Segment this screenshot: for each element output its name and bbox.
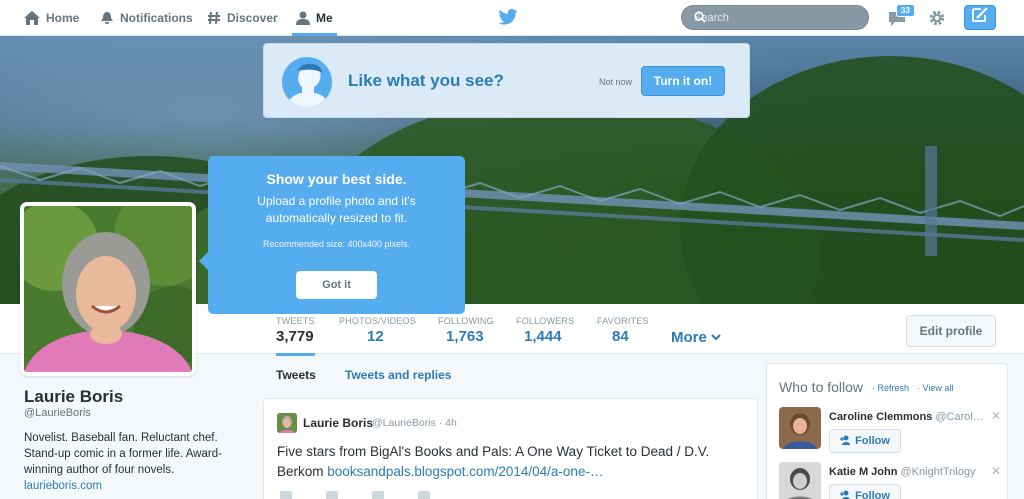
edit-profile-button[interactable]: Edit profile <box>906 315 996 347</box>
suggested-user-handle: @Carol… <box>935 411 984 423</box>
profile-website-link[interactable]: laurieboris.com <box>24 480 102 492</box>
tweet-author-name[interactable]: Laurie Boris <box>303 416 373 430</box>
stat-photos-value: 12 <box>367 328 384 345</box>
tab-tweets-and-replies[interactable]: Tweets and replies <box>345 368 451 382</box>
more-label: More <box>671 329 707 346</box>
suggested-user-avatar[interactable] <box>779 462 821 499</box>
stat-following-value: 1,763 <box>446 328 484 345</box>
who-to-follow-title: Who to follow <box>779 379 864 395</box>
stat-tweets-label: TWEETS <box>276 316 315 326</box>
follow-person-icon <box>840 490 851 499</box>
hashtag-icon <box>207 11 221 25</box>
suggested-user-name-text: Caroline Clemmons <box>829 411 933 423</box>
chevron-down-icon <box>711 334 721 341</box>
more-dropdown[interactable]: More <box>671 329 721 346</box>
follow-label: Follow <box>855 490 890 499</box>
suggested-user-name-text: Katie M John <box>829 466 898 478</box>
stat-tweets[interactable]: TWEETS 3,779 <box>276 316 315 356</box>
compose-icon <box>971 7 989 28</box>
retweet-icon[interactable] <box>326 491 338 499</box>
stat-photos-videos[interactable]: PHOTOS/VIDEOS 12 <box>339 316 416 345</box>
favorite-icon[interactable] <box>372 491 384 499</box>
messages-badge: 33 <box>896 4 915 17</box>
nav-notifications[interactable]: Notifications <box>100 0 193 36</box>
nav-notifications-label: Notifications <box>120 11 193 25</box>
stat-followers-value: 1,444 <box>524 328 562 345</box>
search-icon[interactable] <box>694 11 859 26</box>
profile-avatar-icon <box>282 57 332 107</box>
dismiss-icon[interactable]: ✕ <box>991 409 1001 423</box>
follow-button[interactable]: Follow <box>829 484 901 499</box>
stat-favorites-label: FAVORITES <box>597 316 649 326</box>
tweet-actions <box>280 491 430 499</box>
profile-photo-tooltip: Show your best side. Upload a profile ph… <box>199 156 465 314</box>
promo-title: Like what you see? <box>348 71 504 90</box>
stat-followers-label: FOLLOWERS <box>516 316 575 326</box>
stat-favorites[interactable]: FAVORITES 84 <box>597 316 649 345</box>
tab-tweets[interactable]: Tweets <box>276 368 316 382</box>
tweet-card[interactable]: Laurie Boris @LaurieBoris · 4h Five star… <box>263 398 758 499</box>
turn-it-on-button[interactable]: Turn it on! <box>641 66 725 96</box>
tweet-link[interactable]: booksandpals.blogspot.com/2014/04/a-one-… <box>327 464 603 479</box>
suggested-user-avatar[interactable] <box>779 407 821 449</box>
refresh-link[interactable]: · Refresh <box>872 383 909 393</box>
who-to-follow-module: Who to follow · Refresh · View all Carol… <box>766 363 1008 499</box>
tooltip-body: Upload a profile photo and it's automati… <box>257 194 416 225</box>
compose-tweet-button[interactable] <box>964 5 996 30</box>
got-it-button[interactable]: Got it <box>296 271 377 299</box>
profile-name: Laurie Boris <box>24 387 124 406</box>
nav-discover-label: Discover <box>227 11 278 25</box>
timeline-tabs: Tweets Tweets and replies <box>263 362 758 390</box>
profile-photo[interactable] <box>20 202 196 376</box>
stat-tweets-value: 3,779 <box>276 328 314 345</box>
view-all-link[interactable]: · View all <box>917 383 953 393</box>
stat-photos-label: PHOTOS/VIDEOS <box>339 316 416 326</box>
nav-home[interactable]: Home <box>24 0 79 36</box>
profile-bio: Novelist. Baseball fan. Reluctant chef. … <box>24 432 222 476</box>
stat-followers[interactable]: FOLLOWERS 1,444 <box>516 316 574 345</box>
follow-person-icon <box>840 435 851 448</box>
suggested-user: Caroline Clemmons @Carol… ✕ Follow <box>779 407 1001 457</box>
suggested-user-name[interactable]: Katie M John @KnightTrilogy <box>829 466 975 478</box>
reply-icon[interactable] <box>280 491 292 499</box>
tweet-timestamp[interactable]: 4h <box>445 417 457 429</box>
dismiss-icon[interactable]: ✕ <box>991 464 1001 478</box>
person-icon <box>296 11 310 25</box>
tweet-handle-text: @LaurieBoris <box>372 417 436 429</box>
nav-me[interactable]: Me <box>292 0 337 36</box>
profile-handle: @LaurieBoris <box>24 407 91 419</box>
nav-discover[interactable]: Discover <box>207 0 278 36</box>
refresh-label: Refresh <box>877 383 910 393</box>
follow-button[interactable]: Follow <box>829 429 901 453</box>
tweet-author-handle: @LaurieBoris · 4h <box>372 417 457 429</box>
follow-label: Follow <box>855 435 890 447</box>
tooltip-title: Show your best side. <box>266 171 407 187</box>
bell-icon <box>100 11 114 25</box>
twitter-bird-logo[interactable] <box>498 9 518 30</box>
suggested-user-handle: @KnightTrilogy <box>900 466 976 478</box>
suggested-user-name[interactable]: Caroline Clemmons @Carol… <box>829 411 984 423</box>
view-all-label: View all <box>922 383 954 393</box>
stat-favorites-value: 84 <box>612 328 629 345</box>
more-actions-icon[interactable] <box>418 491 430 499</box>
nav-me-label: Me <box>316 11 333 25</box>
tweet-avatar[interactable] <box>277 413 297 433</box>
like-what-you-see-banner: Like what you see? Not now Turn it on! <box>263 43 750 118</box>
tweet-text: Five stars from BigAl's Books and Pals: … <box>277 442 747 482</box>
gear-icon[interactable] <box>928 9 946 32</box>
home-icon <box>24 11 40 25</box>
tooltip-size-note: Recommended size: 400x400 pixels. <box>262 239 411 249</box>
search-input[interactable]: Search <box>681 5 869 30</box>
nav-home-label: Home <box>46 11 80 25</box>
stat-following-label: FOLLOWING <box>438 316 494 326</box>
suggested-user: Katie M John @KnightTrilogy ✕ Follow <box>779 462 1001 499</box>
not-now-link[interactable]: Not now <box>599 77 632 87</box>
stat-following[interactable]: FOLLOWING 1,763 <box>438 316 494 345</box>
top-navigation-bar: Home Notifications Discover Me Search 33 <box>0 0 1024 36</box>
